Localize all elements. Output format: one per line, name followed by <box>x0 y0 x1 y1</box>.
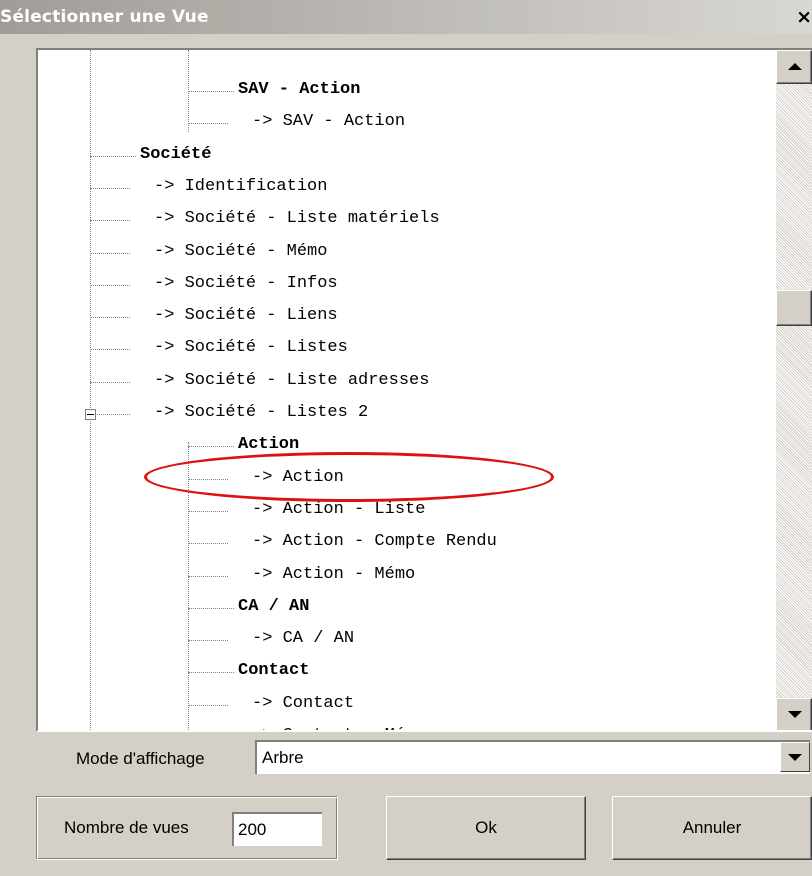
tree-connector <box>188 576 228 577</box>
tree-connector <box>90 188 130 189</box>
tree-view-item[interactable]: -> Société - Listes <box>154 338 348 358</box>
views-count-input[interactable]: 200 <box>232 812 322 846</box>
tree-connector <box>188 608 234 609</box>
view-tree: SAV - Action -> SAV - Action Société -> Ide… <box>38 50 774 730</box>
tree-view-item[interactable]: -> Société - Listes 2 <box>154 403 368 423</box>
tree-group-node[interactable]: SAV - Action <box>238 80 360 100</box>
view-tree-panel: SAV - Action -> SAV - Action Société -> Ide… <box>36 48 812 732</box>
dialog-title: Sélectionner une Vue <box>0 7 209 27</box>
tree-connector <box>90 285 130 286</box>
tree-connector <box>90 253 130 254</box>
tree-view-item[interactable]: -> Société - Liste matériels <box>154 209 440 229</box>
tree-group-node[interactable]: Action <box>238 435 299 455</box>
tree-connector <box>188 640 228 641</box>
tree-view-item[interactable]: -> SAV - Action <box>252 112 405 132</box>
tree-view-item[interactable]: -> Société - Mémo <box>154 242 327 262</box>
tree-view-item[interactable]: -> Action - Liste <box>252 500 425 520</box>
tree-group-node[interactable]: Société <box>140 145 211 165</box>
tree-view-item[interactable]: -> Contact - Mémo <box>252 726 425 730</box>
tree-view-item[interactable]: -> Société - Infos <box>154 274 338 294</box>
display-mode-label: Mode d'affichage <box>76 749 205 768</box>
close-icon[interactable]: × <box>796 6 812 28</box>
tree-view-item[interactable]: -> Action - Mémo <box>252 565 415 585</box>
arrow-down-icon <box>788 711 802 718</box>
tree-view-item[interactable]: -> Société - Liens <box>154 306 338 326</box>
tree-connector <box>90 414 130 415</box>
collapse-toggle-icon[interactable] <box>85 409 96 420</box>
tree-connector <box>188 511 228 512</box>
tree-view-item[interactable]: -> Action - Compte Rendu <box>252 532 497 552</box>
chevron-down-icon <box>788 754 802 761</box>
tree-group-node[interactable]: Contact <box>238 661 309 681</box>
display-mode-select[interactable]: Arbre <box>255 740 810 774</box>
tree-view-item[interactable]: -> Société - Liste adresses <box>154 371 429 391</box>
tree-view-item[interactable]: -> Identification <box>154 177 327 197</box>
tree-connector <box>90 349 130 350</box>
vertical-scrollbar[interactable] <box>776 50 812 730</box>
dropdown-button[interactable] <box>780 742 810 772</box>
tree-connector <box>90 382 130 383</box>
scroll-up-button[interactable] <box>776 50 812 84</box>
tree-connector <box>188 123 228 124</box>
tree-view-item[interactable]: -> CA / AN <box>252 629 354 649</box>
tree-connector <box>188 672 234 673</box>
tree-guide-line <box>90 50 91 730</box>
tree-connector <box>188 91 234 92</box>
select-view-dialog: Sélectionner une Vue × SAV - Action -> SA… <box>0 0 812 876</box>
tree-connector <box>188 705 228 706</box>
tree-connector <box>188 543 228 544</box>
tree-view-item[interactable]: -> Contact <box>252 694 354 714</box>
ok-button[interactable]: Ok <box>386 796 586 860</box>
tree-connector <box>90 317 130 318</box>
views-count-label: Nombre de vues <box>64 818 189 837</box>
display-mode-value: Arbre <box>262 748 304 767</box>
highlight-circle <box>144 452 554 502</box>
title-bar[interactable]: Sélectionner une Vue × <box>0 0 812 34</box>
scroll-thumb[interactable] <box>776 290 812 326</box>
tree-connector <box>188 446 234 447</box>
tree-connector <box>90 156 136 157</box>
scroll-down-button[interactable] <box>776 698 812 730</box>
cancel-button[interactable]: Annuler <box>612 796 812 860</box>
tree-group-node[interactable]: CA / AN <box>238 597 309 617</box>
arrow-up-icon <box>788 63 802 70</box>
tree-connector <box>90 220 130 221</box>
